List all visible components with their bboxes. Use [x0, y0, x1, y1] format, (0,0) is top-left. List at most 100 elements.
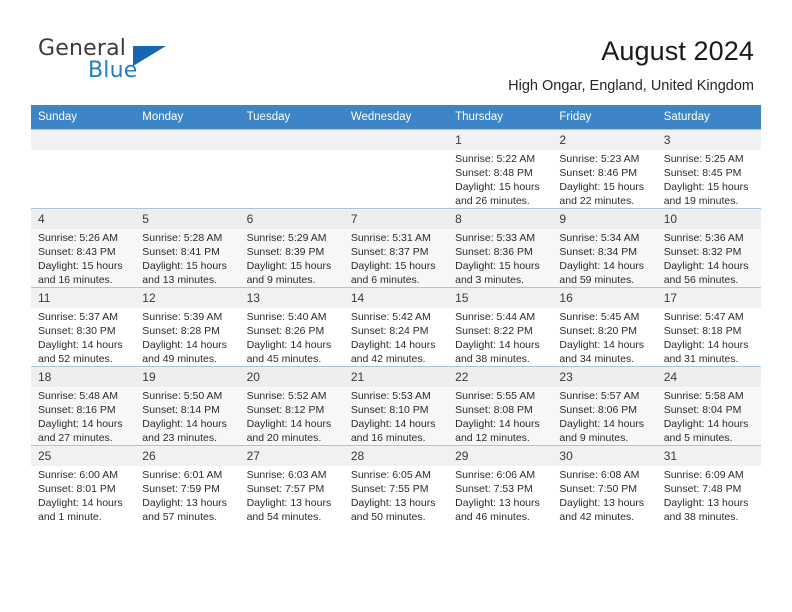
day-cell[interactable]: 16 Sunrise: 5:45 AM Sunset: 8:20 PM Dayli…	[552, 287, 657, 367]
day-cell[interactable]: 31 Sunrise: 6:09 AM Sunset: 7:48 PM Dayli…	[656, 445, 761, 524]
day-cell[interactable]: 21 Sunrise: 5:53 AM Sunset: 8:10 PM Dayli…	[343, 366, 449, 446]
day-cell[interactable]: 22 Sunrise: 5:55 AM Sunset: 8:08 PM Dayli…	[448, 366, 553, 446]
weekday-header-sunday: Sunday	[31, 105, 136, 130]
day-detail: Sunrise: 6:01 AM Sunset: 7:59 PM Dayligh…	[142, 469, 227, 523]
day-cell[interactable]: 11 Sunrise: 5:37 AM Sunset: 8:30 PM Dayli…	[31, 287, 136, 367]
day-number: 6	[239, 209, 344, 229]
day-cell[interactable]: 3 Sunrise: 5:25 AM Sunset: 8:45 PM Daylig…	[656, 129, 761, 209]
day-detail: Sunrise: 5:23 AM Sunset: 8:46 PM Dayligh…	[559, 153, 645, 207]
weekday-header-saturday: Saturday	[656, 105, 761, 130]
day-cell-empty	[343, 129, 449, 209]
day-number: 27	[239, 446, 344, 466]
day-cell[interactable]: 30 Sunrise: 6:08 AM Sunset: 7:50 PM Dayli…	[552, 445, 657, 524]
day-cell[interactable]: 12 Sunrise: 5:39 AM Sunset: 8:28 PM Dayli…	[135, 287, 240, 367]
day-number: 25	[31, 446, 136, 466]
day-cell[interactable]: 10 Sunrise: 5:36 AM Sunset: 8:32 PM Dayli…	[656, 208, 761, 288]
day-number: 17	[656, 288, 761, 308]
day-cell[interactable]: 24 Sunrise: 5:58 AM Sunset: 8:04 PM Dayli…	[656, 366, 761, 446]
day-cell[interactable]: 7 Sunrise: 5:31 AM Sunset: 8:37 PM Daylig…	[343, 208, 449, 288]
day-number: 8	[448, 209, 553, 229]
day-cell-empty	[239, 129, 344, 209]
general-blue-logo[interactable]: General Blue	[38, 36, 238, 88]
day-detail: Sunrise: 6:03 AM Sunset: 7:57 PM Dayligh…	[246, 469, 332, 523]
day-number: 9	[552, 209, 657, 229]
weekday-header-tuesday: Tuesday	[239, 105, 344, 130]
day-number: 31	[656, 446, 761, 466]
day-detail: Sunrise: 6:05 AM Sunset: 7:55 PM Dayligh…	[350, 469, 436, 523]
day-number: 28	[343, 446, 449, 466]
day-cell[interactable]: 13 Sunrise: 5:40 AM Sunset: 8:26 PM Dayli…	[239, 287, 344, 367]
day-number: 4	[31, 209, 136, 229]
day-detail: Sunrise: 5:48 AM Sunset: 8:16 PM Dayligh…	[38, 390, 123, 444]
weekday-header-friday: Friday	[552, 105, 657, 130]
calendar-page: General Blue August 2024 High Ongar, Eng…	[0, 0, 792, 612]
day-cell[interactable]: 6 Sunrise: 5:29 AM Sunset: 8:39 PM Daylig…	[239, 208, 344, 288]
day-cell[interactable]: 8 Sunrise: 5:33 AM Sunset: 8:36 PM Daylig…	[448, 208, 553, 288]
day-cell[interactable]: 2 Sunrise: 5:23 AM Sunset: 8:46 PM Daylig…	[552, 129, 657, 209]
day-cell[interactable]: 26 Sunrise: 6:01 AM Sunset: 7:59 PM Dayli…	[135, 445, 240, 524]
day-number: 19	[135, 367, 240, 387]
day-number: 30	[552, 446, 657, 466]
day-detail: Sunrise: 6:06 AM Sunset: 7:53 PM Dayligh…	[455, 469, 540, 523]
day-detail: Sunrise: 5:40 AM Sunset: 8:26 PM Dayligh…	[246, 311, 332, 365]
day-cell[interactable]: 29 Sunrise: 6:06 AM Sunset: 7:53 PM Dayli…	[448, 445, 553, 524]
day-detail: Sunrise: 6:08 AM Sunset: 7:50 PM Dayligh…	[559, 469, 645, 523]
day-detail: Sunrise: 5:42 AM Sunset: 8:24 PM Dayligh…	[350, 311, 436, 365]
day-number: 29	[448, 446, 553, 466]
day-cell[interactable]: 17 Sunrise: 5:47 AM Sunset: 8:18 PM Dayli…	[656, 287, 761, 367]
day-detail: Sunrise: 5:36 AM Sunset: 8:32 PM Dayligh…	[663, 232, 749, 286]
day-cell[interactable]: 15 Sunrise: 5:44 AM Sunset: 8:22 PM Dayli…	[448, 287, 553, 367]
day-number: 21	[343, 367, 449, 387]
day-number: 15	[448, 288, 553, 308]
day-number: 5	[135, 209, 240, 229]
day-detail: Sunrise: 5:37 AM Sunset: 8:30 PM Dayligh…	[38, 311, 123, 365]
day-detail: Sunrise: 5:52 AM Sunset: 8:12 PM Dayligh…	[246, 390, 332, 444]
day-detail: Sunrise: 5:29 AM Sunset: 8:39 PM Dayligh…	[246, 232, 332, 286]
day-cell-empty	[135, 129, 240, 209]
day-number: 12	[135, 288, 240, 308]
day-cell[interactable]: 14 Sunrise: 5:42 AM Sunset: 8:24 PM Dayli…	[343, 287, 449, 367]
day-cell[interactable]: 20 Sunrise: 5:52 AM Sunset: 8:12 PM Dayli…	[239, 366, 344, 446]
page-header: General Blue August 2024 High Ongar, Eng…	[0, 0, 792, 104]
day-cell[interactable]: 25 Sunrise: 6:00 AM Sunset: 8:01 PM Dayli…	[31, 445, 136, 524]
day-cell[interactable]: 5 Sunrise: 5:28 AM Sunset: 8:41 PM Daylig…	[135, 208, 240, 288]
day-cell[interactable]: 9 Sunrise: 5:34 AM Sunset: 8:34 PM Daylig…	[552, 208, 657, 288]
weekday-header-monday: Monday	[135, 105, 240, 130]
day-detail: Sunrise: 5:57 AM Sunset: 8:06 PM Dayligh…	[559, 390, 645, 444]
day-detail: Sunrise: 5:26 AM Sunset: 8:43 PM Dayligh…	[38, 232, 123, 286]
calendar-body: 1 Sunrise: 5:22 AM Sunset: 8:48 PM Daylig…	[31, 129, 761, 524]
calendar-week-row: 11 Sunrise: 5:37 AM Sunset: 8:30 PM Dayli…	[31, 287, 761, 367]
day-cell[interactable]: 18 Sunrise: 5:48 AM Sunset: 8:16 PM Dayli…	[31, 366, 136, 446]
day-cell[interactable]: 27 Sunrise: 6:03 AM Sunset: 7:57 PM Dayli…	[239, 445, 344, 524]
logo-text-blue: Blue	[88, 58, 138, 83]
day-detail: Sunrise: 5:55 AM Sunset: 8:08 PM Dayligh…	[455, 390, 540, 444]
day-number: 26	[135, 446, 240, 466]
day-cell[interactable]: 4 Sunrise: 5:26 AM Sunset: 8:43 PM Daylig…	[31, 208, 136, 288]
calendar-week-row: 4 Sunrise: 5:26 AM Sunset: 8:43 PM Daylig…	[31, 208, 761, 288]
day-detail: Sunrise: 5:44 AM Sunset: 8:22 PM Dayligh…	[455, 311, 540, 365]
day-number: 1	[448, 130, 553, 150]
calendar-week-row: 25 Sunrise: 6:00 AM Sunset: 8:01 PM Dayli…	[31, 445, 761, 524]
day-number: 10	[656, 209, 761, 229]
day-cell[interactable]: 19 Sunrise: 5:50 AM Sunset: 8:14 PM Dayli…	[135, 366, 240, 446]
day-cell-empty	[31, 129, 136, 209]
day-detail: Sunrise: 5:22 AM Sunset: 8:48 PM Dayligh…	[455, 153, 540, 207]
sunrise-sunset-calendar: Sunday Monday Tuesday Wednesday Thursday…	[31, 105, 761, 524]
day-number: 2	[552, 130, 657, 150]
location-subtitle: High Ongar, England, United Kingdom	[508, 78, 754, 94]
day-number: 20	[239, 367, 344, 387]
day-cell[interactable]: 28 Sunrise: 6:05 AM Sunset: 7:55 PM Dayli…	[343, 445, 449, 524]
calendar-week-row: 18 Sunrise: 5:48 AM Sunset: 8:16 PM Dayli…	[31, 366, 761, 446]
day-detail: Sunrise: 5:33 AM Sunset: 8:36 PM Dayligh…	[455, 232, 540, 286]
weekday-header-thursday: Thursday	[448, 105, 553, 130]
page-title: August 2024	[601, 36, 754, 66]
day-number: 7	[343, 209, 449, 229]
day-number: 3	[656, 130, 761, 150]
day-detail: Sunrise: 5:28 AM Sunset: 8:41 PM Dayligh…	[142, 232, 227, 286]
day-cell[interactable]: 23 Sunrise: 5:57 AM Sunset: 8:06 PM Dayli…	[552, 366, 657, 446]
day-number: 23	[552, 367, 657, 387]
day-detail: Sunrise: 5:34 AM Sunset: 8:34 PM Dayligh…	[559, 232, 645, 286]
day-detail: Sunrise: 5:25 AM Sunset: 8:45 PM Dayligh…	[663, 153, 749, 207]
weekday-header-row: Sunday Monday Tuesday Wednesday Thursday…	[31, 105, 761, 130]
day-cell[interactable]: 1 Sunrise: 5:22 AM Sunset: 8:48 PM Daylig…	[448, 129, 553, 209]
